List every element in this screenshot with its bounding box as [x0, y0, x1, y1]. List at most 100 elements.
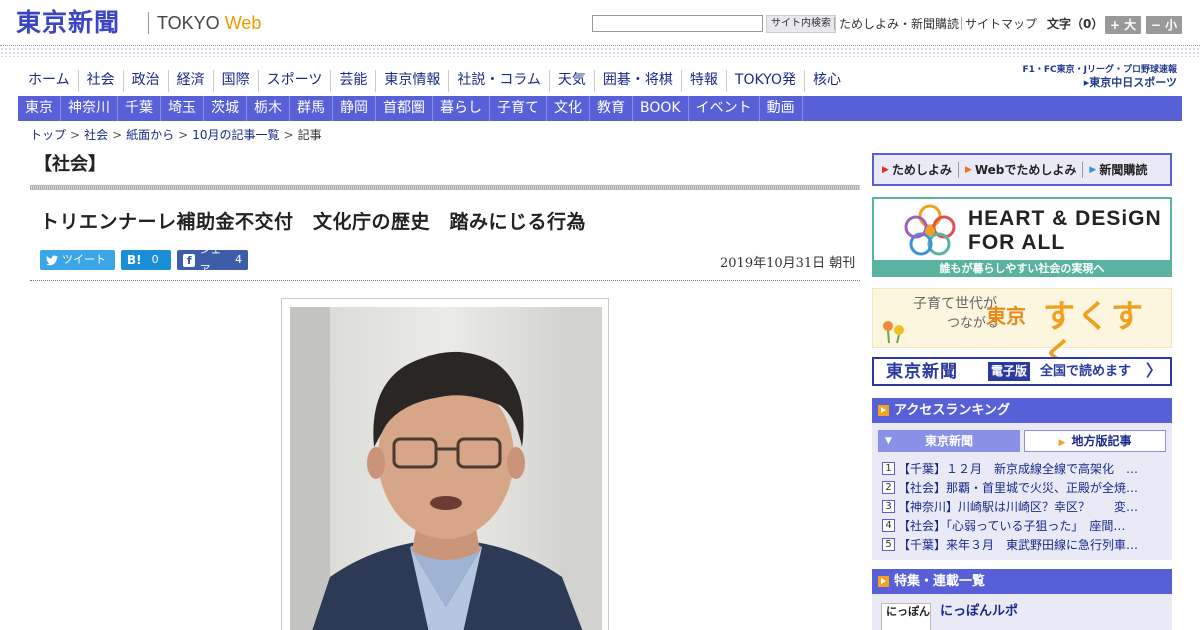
- tokyo-web-logo[interactable]: TOKYO Web: [157, 11, 261, 35]
- sub-nav-item[interactable]: 栃木: [247, 96, 290, 121]
- sub-nav-item[interactable]: 子育て: [490, 96, 547, 121]
- heart-design-banner[interactable]: HEART & DESiGN FOR ALL 誰もが暮らしやすい社会の実現へ: [872, 197, 1172, 277]
- article-date: 2019年10月31日 朝刊: [720, 256, 856, 271]
- ranking-item[interactable]: 3 【神奈川】川崎駅は川崎区？幸区？ 変…: [882, 497, 1168, 516]
- sukusuku-tagline-1: 子育て世代が: [913, 296, 997, 312]
- ranking-item[interactable]: 5 【千葉】来年３月 東武野田線に急行列車…: [882, 535, 1168, 554]
- site-search-button[interactable]: サイト内検索: [766, 15, 836, 33]
- breadcrumb-link[interactable]: 紙面から: [126, 127, 174, 143]
- epaper-text: 全国で読めます: [1040, 364, 1132, 379]
- toplink-tameshi-subscribe[interactable]: ためしよみ・新聞購読: [839, 16, 959, 32]
- ranking-panel: ▼ 東京新聞 ▶ 地方版記事 1 【千葉】１２月 新京成線全線で高架化 … 2 【社会…: [872, 423, 1172, 560]
- rank-number: 4: [882, 519, 895, 532]
- main-nav-item[interactable]: 経済: [169, 70, 214, 92]
- subscribe-link[interactable]: ▶ 新聞購読: [1089, 161, 1147, 178]
- toplink-sitemap[interactable]: サイトマップ: [965, 16, 1037, 32]
- site-logo[interactable]: 東京新聞: [16, 8, 120, 38]
- heart-design-title-line2: FOR ALL: [968, 231, 1066, 254]
- font-size-up-button[interactable]: + 大: [1105, 16, 1141, 34]
- main-nav-item[interactable]: ホーム: [20, 70, 79, 92]
- chunichi-sports-link[interactable]: F1・FC東京・Jリーグ・プロ野球速報 ▸東京中日スポーツ: [1022, 64, 1177, 92]
- epaper-banner[interactable]: 東京新聞 電子版 全国で読めます 〉: [872, 357, 1172, 386]
- sub-nav: 東京 神奈川 千葉 埼玉 茨城 栃木 群馬 静岡 首都圏 暮らし 子育て 文化 …: [18, 96, 1182, 121]
- chunichi-caption: F1・FC東京・Jリーグ・プロ野球速報: [1022, 65, 1177, 75]
- sub-nav-item[interactable]: 文化: [547, 96, 590, 121]
- main-nav-item[interactable]: 東京情報: [376, 70, 450, 92]
- main-nav-item[interactable]: 政治: [124, 70, 169, 92]
- tameshi-link-label: ためしよみ: [891, 163, 952, 177]
- web-tameshi-link[interactable]: ▶ Webでためしよみ: [965, 161, 1076, 178]
- main-nav-item[interactable]: TOKYO発: [727, 70, 805, 92]
- font-size-down-button[interactable]: − 小: [1146, 16, 1182, 34]
- ranking-tab-tokyo[interactable]: ▼ 東京新聞: [878, 430, 1020, 452]
- hatena-b-icon: B!: [127, 253, 142, 267]
- breadcrumb-link[interactable]: トップ: [30, 127, 66, 143]
- breadcrumb-link[interactable]: 10月の記事一覧: [192, 127, 279, 143]
- hatena-bookmark-button[interactable]: B! 0: [121, 250, 171, 270]
- sukusuku-banner[interactable]: 子育て世代が つながる 東京 すくすく: [872, 288, 1172, 373]
- ranking-item[interactable]: 1 【千葉】１２月 新京成線全線で高架化 …: [882, 459, 1168, 478]
- main-nav-item[interactable]: 特報: [682, 70, 727, 92]
- ranking-tab-local[interactable]: ▶ 地方版記事: [1024, 430, 1166, 452]
- nippon-rupo-link[interactable]: にっぽんルポ: [940, 603, 1018, 621]
- breadcrumb-separator: >: [178, 128, 189, 142]
- rank-number: 3: [882, 500, 895, 513]
- main-nav-item[interactable]: 国際: [214, 70, 259, 92]
- main-nav-item[interactable]: スポーツ: [259, 70, 332, 92]
- tweet-button[interactable]: ツイート: [40, 250, 115, 270]
- rank-number: 2: [882, 481, 895, 494]
- link-divider: [1082, 161, 1084, 178]
- sub-nav-item[interactable]: 千葉: [118, 96, 161, 121]
- sub-nav-item[interactable]: 群馬: [290, 96, 333, 121]
- sub-nav-item[interactable]: 動画: [760, 96, 803, 121]
- sub-nav-item[interactable]: 東京: [18, 96, 61, 121]
- tameshi-link[interactable]: ▶ ためしよみ: [882, 161, 952, 178]
- ranking-item[interactable]: 4 【社会】「心弱っている子狙った」 座間…: [882, 516, 1168, 535]
- facebook-share-button[interactable]: f シェア 4: [177, 243, 248, 276]
- sub-nav-item[interactable]: 首都圏: [376, 96, 433, 121]
- site-header: 東京新聞 TOKYO Web サイト内検索 ためしよみ・新聞購読 サイトマップ …: [0, 0, 1200, 46]
- breadcrumb-separator: >: [112, 128, 123, 142]
- main-nav-item[interactable]: 核心: [805, 70, 849, 92]
- breadcrumb-separator: >: [70, 128, 81, 142]
- site-search-input[interactable]: [592, 15, 763, 32]
- heart-design-caption: 誰もが暮らしやすい社会の実現へ: [874, 260, 1170, 275]
- triangle-down-icon: ▼: [885, 436, 892, 446]
- features-panel: にっぽん にっぽんルポ: [872, 594, 1172, 630]
- ranking-heading-text: アクセスランキング: [894, 403, 1010, 418]
- breadcrumb-separator: >: [283, 128, 294, 142]
- sub-nav-item[interactable]: 茨城: [204, 96, 247, 121]
- sub-nav-item[interactable]: イベント: [689, 96, 760, 121]
- main-nav-item[interactable]: 社説・コラム: [449, 70, 550, 92]
- main-nav-item[interactable]: 囲碁・将棋: [595, 70, 682, 92]
- font-size-label: 文字（0）: [1047, 17, 1104, 31]
- article-photo[interactable]: [290, 307, 602, 630]
- ranking-tab-tokyo-label: 東京新聞: [924, 434, 973, 448]
- ranking-item[interactable]: 2 【社会】那覇・首里城で火災、正殿が全焼…: [882, 478, 1168, 497]
- article-title: トリエンナーレ補助金不交付 文化庁の歴史 踏みにじる行為: [40, 211, 587, 233]
- breadcrumb-link[interactable]: 社会: [84, 127, 108, 143]
- sub-nav-item[interactable]: 暮らし: [433, 96, 490, 121]
- rank-number: 5: [882, 538, 895, 551]
- main-nav-item[interactable]: 芸能: [331, 70, 377, 92]
- breadcrumb: トップ > 社会 > 紙面から > 10月の記事一覧 > 記事: [30, 127, 322, 143]
- epaper-logo: 東京新聞: [886, 362, 958, 382]
- tameshi-links-box: ▶ ためしよみ ▶ Webでためしよみ ▶ 新聞購読: [872, 153, 1172, 186]
- main-nav-item[interactable]: 天気: [550, 70, 595, 92]
- subscribe-link-label: 新聞購読: [1099, 163, 1148, 177]
- arrow-box-icon: [878, 576, 889, 587]
- sub-nav-item[interactable]: 神奈川: [61, 96, 118, 121]
- tokyo-web-prefix: TOKYO: [157, 13, 225, 33]
- tokyo-web-suffix: Web: [224, 13, 262, 33]
- rank-number: 1: [882, 462, 895, 475]
- sub-nav-item[interactable]: BOOK: [633, 96, 689, 121]
- triangle-right-icon: ▶: [1089, 164, 1097, 175]
- sub-nav-item[interactable]: 教育: [590, 96, 633, 121]
- section-divider: [30, 185, 860, 190]
- ranking-list: 1 【千葉】１２月 新京成線全線で高架化 … 2 【社会】那覇・首里城で火災、正殿が…: [882, 459, 1168, 554]
- nippon-rupo-thumbnail[interactable]: にっぽん: [881, 603, 931, 630]
- sub-nav-item[interactable]: 埼玉: [161, 96, 204, 121]
- sub-nav-item[interactable]: 静岡: [333, 96, 376, 121]
- main-nav-item[interactable]: 社会: [79, 70, 124, 92]
- facebook-share-label: シェア: [199, 243, 222, 276]
